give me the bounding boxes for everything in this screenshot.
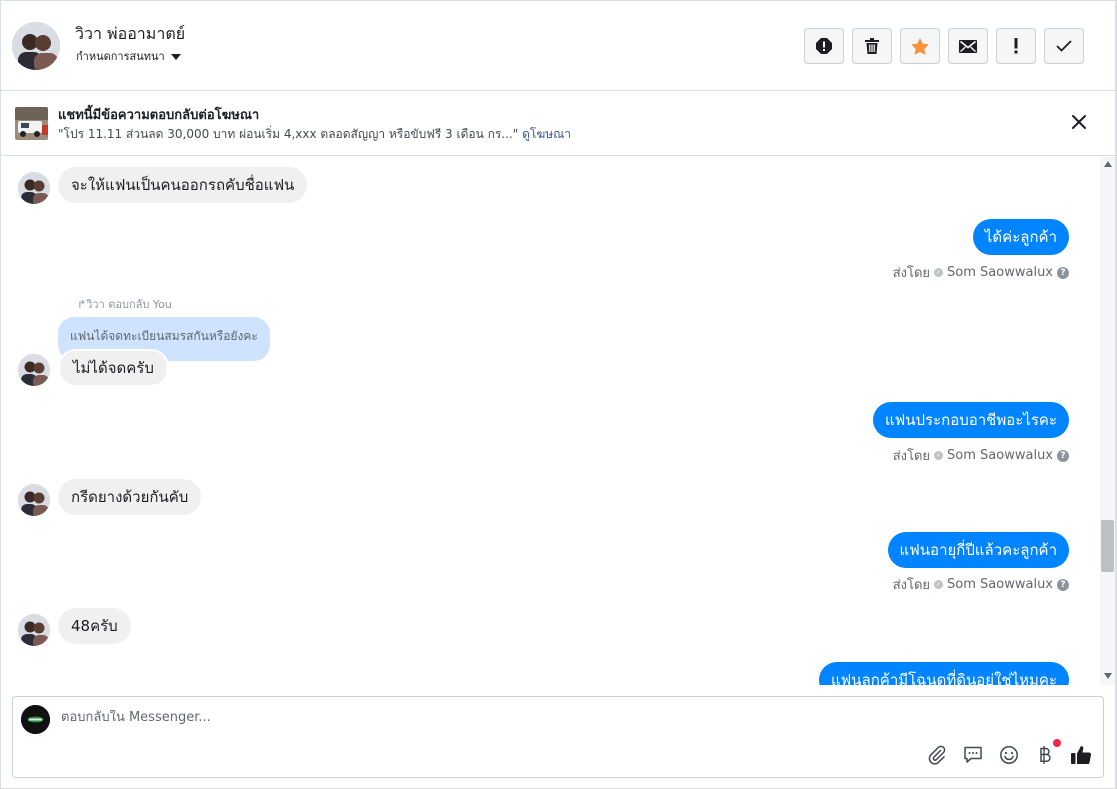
view-ad-link[interactable]: ดูโฆษณา: [522, 127, 571, 141]
star-icon: [911, 37, 929, 55]
contact-avatar-small[interactable]: [18, 614, 50, 646]
ad-banner-text: "โปร 11.11 ส่วนลด 30,000 บาท ผ่อนเริ่ม 4…: [58, 125, 571, 144]
checkmark-icon: [1056, 40, 1072, 52]
thread-scrollbar[interactable]: [1100, 157, 1115, 685]
saved-replies-button[interactable]: [961, 743, 985, 767]
sent-by-info: ส่งโดย ✓ Som Saowwalux ?: [893, 445, 1069, 466]
verified-icon: ✓: [934, 268, 944, 277]
ad-quote-text: "โปร 11.11 ส่วนลด 30,000 บาท ผ่อนเริ่ม 4…: [58, 127, 519, 141]
ad-banner-title: แชทนี้มีข้อความตอบกลับต่อโฆษณา: [58, 108, 260, 123]
composer-tools: [925, 739, 1093, 767]
thumbs-up-icon: [1071, 746, 1092, 764]
sent-by-name: Som Saowwalux: [947, 448, 1053, 463]
header-actions: [804, 28, 1084, 64]
chevron-down-icon: [170, 53, 181, 60]
reply-indicator: ↱วิวา ตอบกลับ You: [77, 295, 172, 313]
sent-by-info: ส่งโดย ✓ Som Saowwalux ?: [893, 574, 1069, 595]
message-thread[interactable]: จะให้แฟนเป็นคนออกรถคับชื่อแฟน ได้ค่ะลูกค…: [0, 157, 1100, 685]
help-icon[interactable]: ?: [1057, 449, 1069, 462]
envelope-icon: [959, 39, 977, 53]
outgoing-message[interactable]: แฟนประกอบอาชีพอะไรคะ: [872, 402, 1069, 438]
conversation-label-dropdown[interactable]: กำหนดการสนทนา: [76, 47, 181, 65]
close-banner-button[interactable]: [1068, 111, 1090, 133]
ad-reply-banner: แชทนี้มีข้อความตอบกลับต่อโฆษณา "โปร 11.1…: [0, 92, 1117, 156]
contact-avatar-small[interactable]: [18, 354, 50, 386]
close-icon: [1072, 115, 1086, 129]
smiley-icon: [1000, 746, 1018, 764]
mark-important-button[interactable]: [996, 28, 1036, 64]
scrollbar-thumb[interactable]: [1101, 520, 1114, 572]
star-button[interactable]: [900, 28, 940, 64]
outgoing-message[interactable]: แฟนลูกค้ามีโฉนดที่ดินอยู่ใช่ไหมคะ: [818, 662, 1069, 685]
attach-button[interactable]: [925, 743, 949, 767]
notification-dot: [1053, 739, 1061, 747]
verified-icon: ✓: [934, 580, 944, 589]
incoming-message[interactable]: 48ครับ: [58, 608, 131, 644]
scroll-down-arrow-icon[interactable]: [1104, 673, 1112, 679]
mark-unread-button[interactable]: [948, 28, 988, 64]
emoji-button[interactable]: [997, 743, 1021, 767]
sent-by-name: Som Saowwalux: [947, 265, 1053, 280]
ad-thumbnail: [15, 107, 48, 140]
contact-avatar-small[interactable]: [18, 172, 50, 204]
sent-by-prefix: ส่งโดย: [892, 449, 931, 464]
incoming-message[interactable]: กรีดยางด้วยกันคับ: [58, 479, 202, 515]
incoming-message[interactable]: จะให้แฟนเป็นคนออกรถคับชื่อแฟน: [58, 167, 308, 203]
contact-avatar-small[interactable]: [18, 484, 50, 516]
sent-by-prefix: ส่งโดย: [892, 266, 931, 281]
spam-icon: [816, 38, 832, 54]
sent-by-info: ส่งโดย ✓ Som Saowwalux ?: [893, 262, 1069, 283]
reply-label-text: วิวา ตอบกลับ You: [86, 298, 172, 311]
outgoing-message[interactable]: ได้ค่ะลูกค้า: [972, 219, 1069, 255]
scroll-up-arrow-icon[interactable]: [1104, 161, 1112, 167]
help-icon[interactable]: ?: [1057, 266, 1069, 279]
trash-icon: [865, 38, 879, 54]
reply-arrow-icon: ↱: [77, 298, 87, 311]
payment-button[interactable]: [1033, 739, 1061, 767]
sent-by-prefix: ส่งโดย: [892, 578, 931, 593]
like-button[interactable]: [1069, 743, 1093, 767]
mark-done-button[interactable]: [1044, 28, 1084, 64]
message-input[interactable]: [61, 710, 941, 725]
chat-bubble-icon: [964, 746, 982, 763]
sent-by-name: Som Saowwalux: [947, 577, 1053, 592]
incoming-message[interactable]: ไม่ได้จดครับ: [58, 349, 169, 387]
page-avatar: [21, 705, 50, 734]
contact-avatar[interactable]: [12, 22, 60, 70]
exclamation-icon: [1014, 38, 1018, 54]
verified-icon: ✓: [934, 451, 944, 460]
contact-name[interactable]: วิวา พ่ออามาตย์: [75, 22, 185, 47]
baht-icon: [1040, 746, 1051, 764]
label-dropdown-text: กำหนดการสนทนา: [76, 50, 165, 63]
conversation-header: วิวา พ่ออามาตย์ กำหนดการสนทนา: [0, 0, 1117, 91]
help-icon[interactable]: ?: [1057, 578, 1069, 591]
message-composer: [12, 696, 1104, 778]
mark-spam-button[interactable]: [804, 28, 844, 64]
outgoing-message[interactable]: แฟนอายุกี่ปีแล้วคะลูกค้า: [887, 532, 1069, 568]
delete-button[interactable]: [852, 28, 892, 64]
paperclip-icon: [928, 745, 946, 765]
